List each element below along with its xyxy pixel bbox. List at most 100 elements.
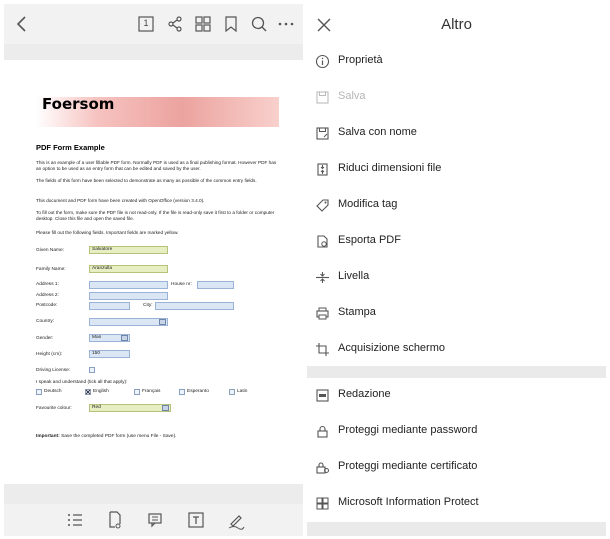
menu-item-print[interactable]: Stampa: [307, 296, 606, 332]
important-text: Save the completed PDF form (use menu Fi…: [61, 434, 177, 439]
menu-item-screen-capture[interactable]: Acquisizione schermo: [307, 332, 606, 368]
family-name-label: Family Name:: [36, 267, 66, 272]
more-menu-panel: Altro Proprietà Salva Salva con nome Rid…: [307, 4, 606, 536]
paragraph-fields: The fields of this form have been select…: [36, 178, 257, 183]
menu-item-label: Stampa: [338, 306, 376, 318]
latin-checkbox[interactable]: [229, 389, 235, 395]
info-icon: [315, 54, 330, 69]
family-name-field[interactable]: Aranzulla: [89, 265, 168, 273]
given-name-field[interactable]: Salvatore: [89, 246, 168, 254]
english-label: English: [93, 389, 109, 394]
lock-icon: [315, 424, 330, 439]
comment-icon[interactable]: [146, 510, 166, 530]
flatten-icon: [315, 270, 330, 285]
tag-icon: [315, 198, 330, 213]
paragraph-readonly: To fill out the form, make sure the PDF …: [36, 210, 275, 221]
height-field[interactable]: 150: [89, 350, 130, 358]
microsoft-icon: [315, 496, 330, 511]
colour-label: Favourite colour:: [36, 406, 72, 411]
menu-separator: [307, 366, 606, 378]
city-field[interactable]: [155, 302, 234, 310]
address2-field[interactable]: [89, 292, 168, 300]
given-name-label: Given Name:: [36, 248, 64, 253]
colour-select[interactable]: Red: [89, 404, 171, 412]
height-label: Height (cm):: [36, 352, 63, 357]
certificate-lock-icon: [315, 460, 330, 475]
menu-item-reduce-size[interactable]: Riduci dimensioni file: [307, 152, 606, 188]
country-label: Country:: [36, 319, 55, 324]
menu-header: Altro: [307, 4, 606, 45]
search-icon[interactable]: [249, 14, 269, 34]
francais-checkbox[interactable]: [134, 389, 140, 395]
menu-item-label: Salva: [338, 90, 366, 102]
menu-item-label: Proteggi mediante certificato: [338, 460, 478, 472]
chevron-down-icon: [162, 405, 169, 411]
menu-item-label: Redazione: [338, 388, 391, 400]
address2-label: Address 2:: [36, 293, 59, 298]
menu-item-edit-tags[interactable]: Modifica tag: [307, 188, 606, 224]
esperanto-label: Esperanto: [187, 389, 209, 394]
document-title: PDF Form Example: [36, 143, 105, 152]
menu-item-redaction[interactable]: Redazione: [307, 378, 606, 414]
thumbnails-icon[interactable]: [193, 14, 213, 34]
postcode-field[interactable]: [89, 302, 130, 310]
share-icon[interactable]: [165, 14, 185, 34]
pdf-viewer-panel: 1 Foersom PDF Form Example This is an ex…: [4, 4, 303, 536]
house-nr-field[interactable]: [197, 281, 234, 289]
menu-item-label: Microsoft Information Protect: [338, 496, 479, 508]
page-number-button[interactable]: 1: [136, 14, 156, 34]
driving-license-label: Driving License:: [36, 368, 71, 373]
menu-item-label: Salva con nome: [338, 126, 417, 138]
postcode-label: Postcode:: [36, 303, 58, 308]
deutsch-checkbox[interactable]: [36, 389, 42, 395]
document-logo: Foersom: [42, 95, 115, 113]
menu-item-save[interactable]: Salva: [307, 80, 606, 116]
export-icon: [315, 234, 330, 249]
sign-icon[interactable]: [226, 510, 246, 530]
paragraph-intro: This is an example of a user fillable PD…: [36, 160, 277, 171]
city-label: City:: [143, 303, 153, 308]
menu-item-label: Riduci dimensioni file: [338, 162, 442, 174]
deutsch-label: Deutsch: [44, 389, 62, 394]
esperanto-checkbox[interactable]: [179, 389, 185, 395]
chevron-down-icon: [159, 319, 166, 325]
menu-item-label: Acquisizione schermo: [338, 342, 445, 354]
menu-item-certificate-protect[interactable]: Proteggi mediante certificato: [307, 450, 606, 486]
menu-item-export-pdf[interactable]: Esporta PDF: [307, 224, 606, 260]
house-nr-label: House nr:: [171, 282, 192, 287]
menu-item-label: Proteggi mediante password: [338, 424, 478, 436]
important-label: Important:: [36, 434, 60, 439]
driving-license-checkbox[interactable]: [89, 367, 95, 373]
back-icon[interactable]: [12, 14, 32, 34]
bottom-toolbar: [4, 504, 303, 536]
pdf-page: Foersom PDF Form Example This is an exam…: [4, 60, 303, 484]
country-select[interactable]: [89, 318, 168, 326]
convert-icon[interactable]: [105, 510, 125, 530]
menu-separator: [307, 522, 606, 536]
menu-item-flatten[interactable]: Livella: [307, 260, 606, 296]
menu-item-label: Modifica tag: [338, 198, 398, 210]
address1-field[interactable]: [89, 281, 168, 289]
menu-item-label: Livella: [338, 270, 370, 282]
page-number: 1: [143, 18, 149, 28]
menu-item-save-as[interactable]: Salva con nome: [307, 116, 606, 152]
text-edit-icon[interactable]: [186, 510, 206, 530]
gender-label: Gender:: [36, 336, 54, 341]
menu-item-label: Proprietà: [338, 54, 383, 66]
menu-item-properties[interactable]: Proprietà: [307, 44, 606, 80]
bookmark-icon[interactable]: [221, 14, 241, 34]
francais-label: Français: [142, 389, 161, 394]
english-checkbox[interactable]: [85, 389, 91, 395]
address1-label: Address 1:: [36, 282, 59, 287]
menu-item-microsoft-protect[interactable]: Microsoft Information Protect: [307, 486, 606, 522]
outline-icon[interactable]: [65, 510, 85, 530]
important-note: Important: Save the completed PDF form (…: [36, 434, 177, 439]
paragraph-openoffice: This document and PDF form have been cre…: [36, 198, 205, 203]
redact-icon: [315, 388, 330, 403]
print-icon: [315, 306, 330, 321]
more-icon[interactable]: [276, 14, 296, 34]
compress-icon: [315, 162, 330, 177]
menu-item-password-protect[interactable]: Proteggi mediante password: [307, 414, 606, 450]
languages-label: I speak and understand (tick all that ap…: [36, 380, 128, 385]
menu-item-label: Esporta PDF: [338, 234, 401, 246]
